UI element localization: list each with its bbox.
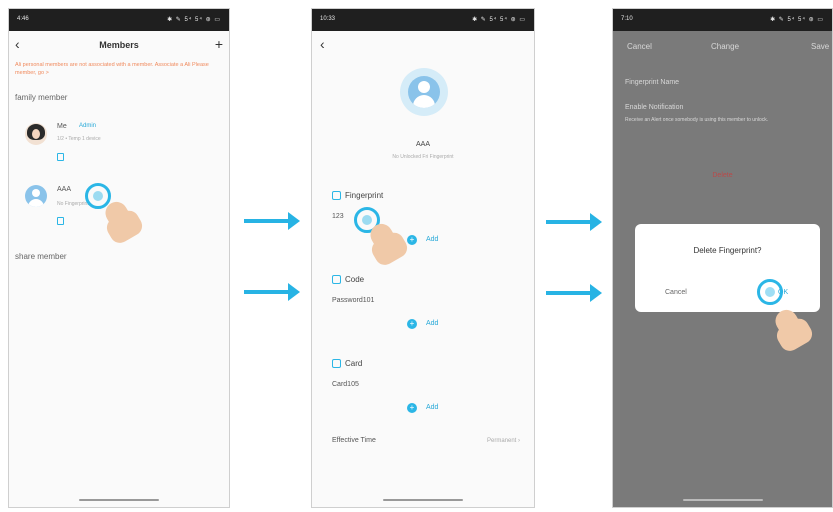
code-icon [332,275,341,285]
delete-dialog: Delete Fingerprint? Cancel OK [635,224,820,312]
member-detail: No Fingerprint [57,201,89,207]
status-bar: 10:33 ✱ ✎ 5⁴ 5⁴ ⊛ ▭ [312,9,534,31]
fingerprint-icon [332,191,341,201]
delete-button[interactable]: Delete [613,172,832,179]
home-indicator [79,499,159,501]
member-name: AAA [57,186,72,193]
save-button[interactable]: Save [811,42,829,51]
fingerprint-section-title: Fingerprint [332,191,383,201]
notice-text[interactable]: Ali personal members are not associated … [15,61,225,77]
avatar [25,185,47,207]
fingerprint-name-label[interactable]: Fingerprint Name [625,79,679,86]
add-card-button[interactable]: Add [426,404,438,411]
add-code-button[interactable]: Add [426,320,438,327]
change-fingerprint-screen: 7:10 ✱ ✎ 5⁴ 5⁴ ⊛ ▭ Cancel Change Save Fi… [612,8,833,508]
home-indicator [383,499,463,501]
member-row-me[interactable]: Me Admin 1/2 • Temp 1 device [9,117,229,172]
arrow-icon [546,213,602,231]
avatar [25,123,47,145]
dialog-cancel-button[interactable]: Cancel [665,289,687,296]
effective-time-value[interactable]: Permanent › [487,438,520,444]
phone-icon [57,153,64,161]
status-time: 10:33 [320,16,336,22]
cancel-button[interactable]: Cancel [627,42,652,51]
status-time: 7:10 [621,16,633,22]
card-section-title: Card [332,359,362,369]
status-bar: 7:10 ✱ ✎ 5⁴ 5⁴ ⊛ ▭ [613,9,832,31]
status-bar: 4:46 ✱ ✎ 5⁴ 5⁴ ⊛ ▭ [9,9,229,31]
admin-badge: Admin [79,123,97,129]
add-fingerprint-icon[interactable]: + [407,235,417,245]
arrow-icon [244,283,300,301]
member-detail-screen: 10:33 ✱ ✎ 5⁴ 5⁴ ⊛ ▭ ‹ AAA No Unlocked Fr… [311,8,535,508]
status-icons: ✱ ✎ 5⁴ 5⁴ ⊛ ▭ [472,17,526,23]
status-icons: ✱ ✎ 5⁴ 5⁴ ⊛ ▭ [770,17,824,23]
share-member-header: share member [15,252,67,261]
notification-description: Receive an Alert once somebody is using … [625,117,769,123]
members-screen: 4:46 ✱ ✎ 5⁴ 5⁴ ⊛ ▭ ‹ Members + Ali perso… [8,8,230,508]
status-time: 4:46 [17,16,29,22]
page-title: Change [711,42,740,51]
member-name: Me [57,123,67,130]
add-card-icon[interactable]: + [407,403,417,413]
arrow-icon [546,284,602,302]
phone-icon [57,217,64,225]
enable-notification-label: Enable Notification [625,104,684,111]
fingerprint-item[interactable]: 123 [332,213,344,220]
code-section-title: Code [332,275,364,285]
tap-icon [757,279,783,305]
member-name: AAA [415,141,430,148]
avatar[interactable] [408,76,440,108]
card-icon [332,359,341,369]
status-icons: ✱ ✎ 5⁴ 5⁴ ⊛ ▭ [167,17,221,23]
member-detail: 1/2 • Temp 1 device [57,136,101,142]
home-indicator [682,499,763,501]
effective-time-label: Effective Time [332,437,376,444]
family-member-header: family member [15,93,68,102]
dialog-title: Delete Fingerprint? [693,246,762,255]
avatar-ring [400,68,448,116]
page-title: Members [99,40,139,50]
arrow-icon [244,212,300,230]
member-subtitle: No Unlocked Fri Fingerprint [392,154,454,160]
back-icon[interactable]: ‹ [320,36,325,52]
card-item[interactable]: Card105 [332,381,359,388]
code-item[interactable]: Password101 [332,297,374,304]
add-fingerprint-button[interactable]: Add [426,236,438,243]
finger-icon [771,305,809,349]
add-code-icon[interactable]: + [407,319,417,329]
plus-icon[interactable]: + [215,36,223,52]
